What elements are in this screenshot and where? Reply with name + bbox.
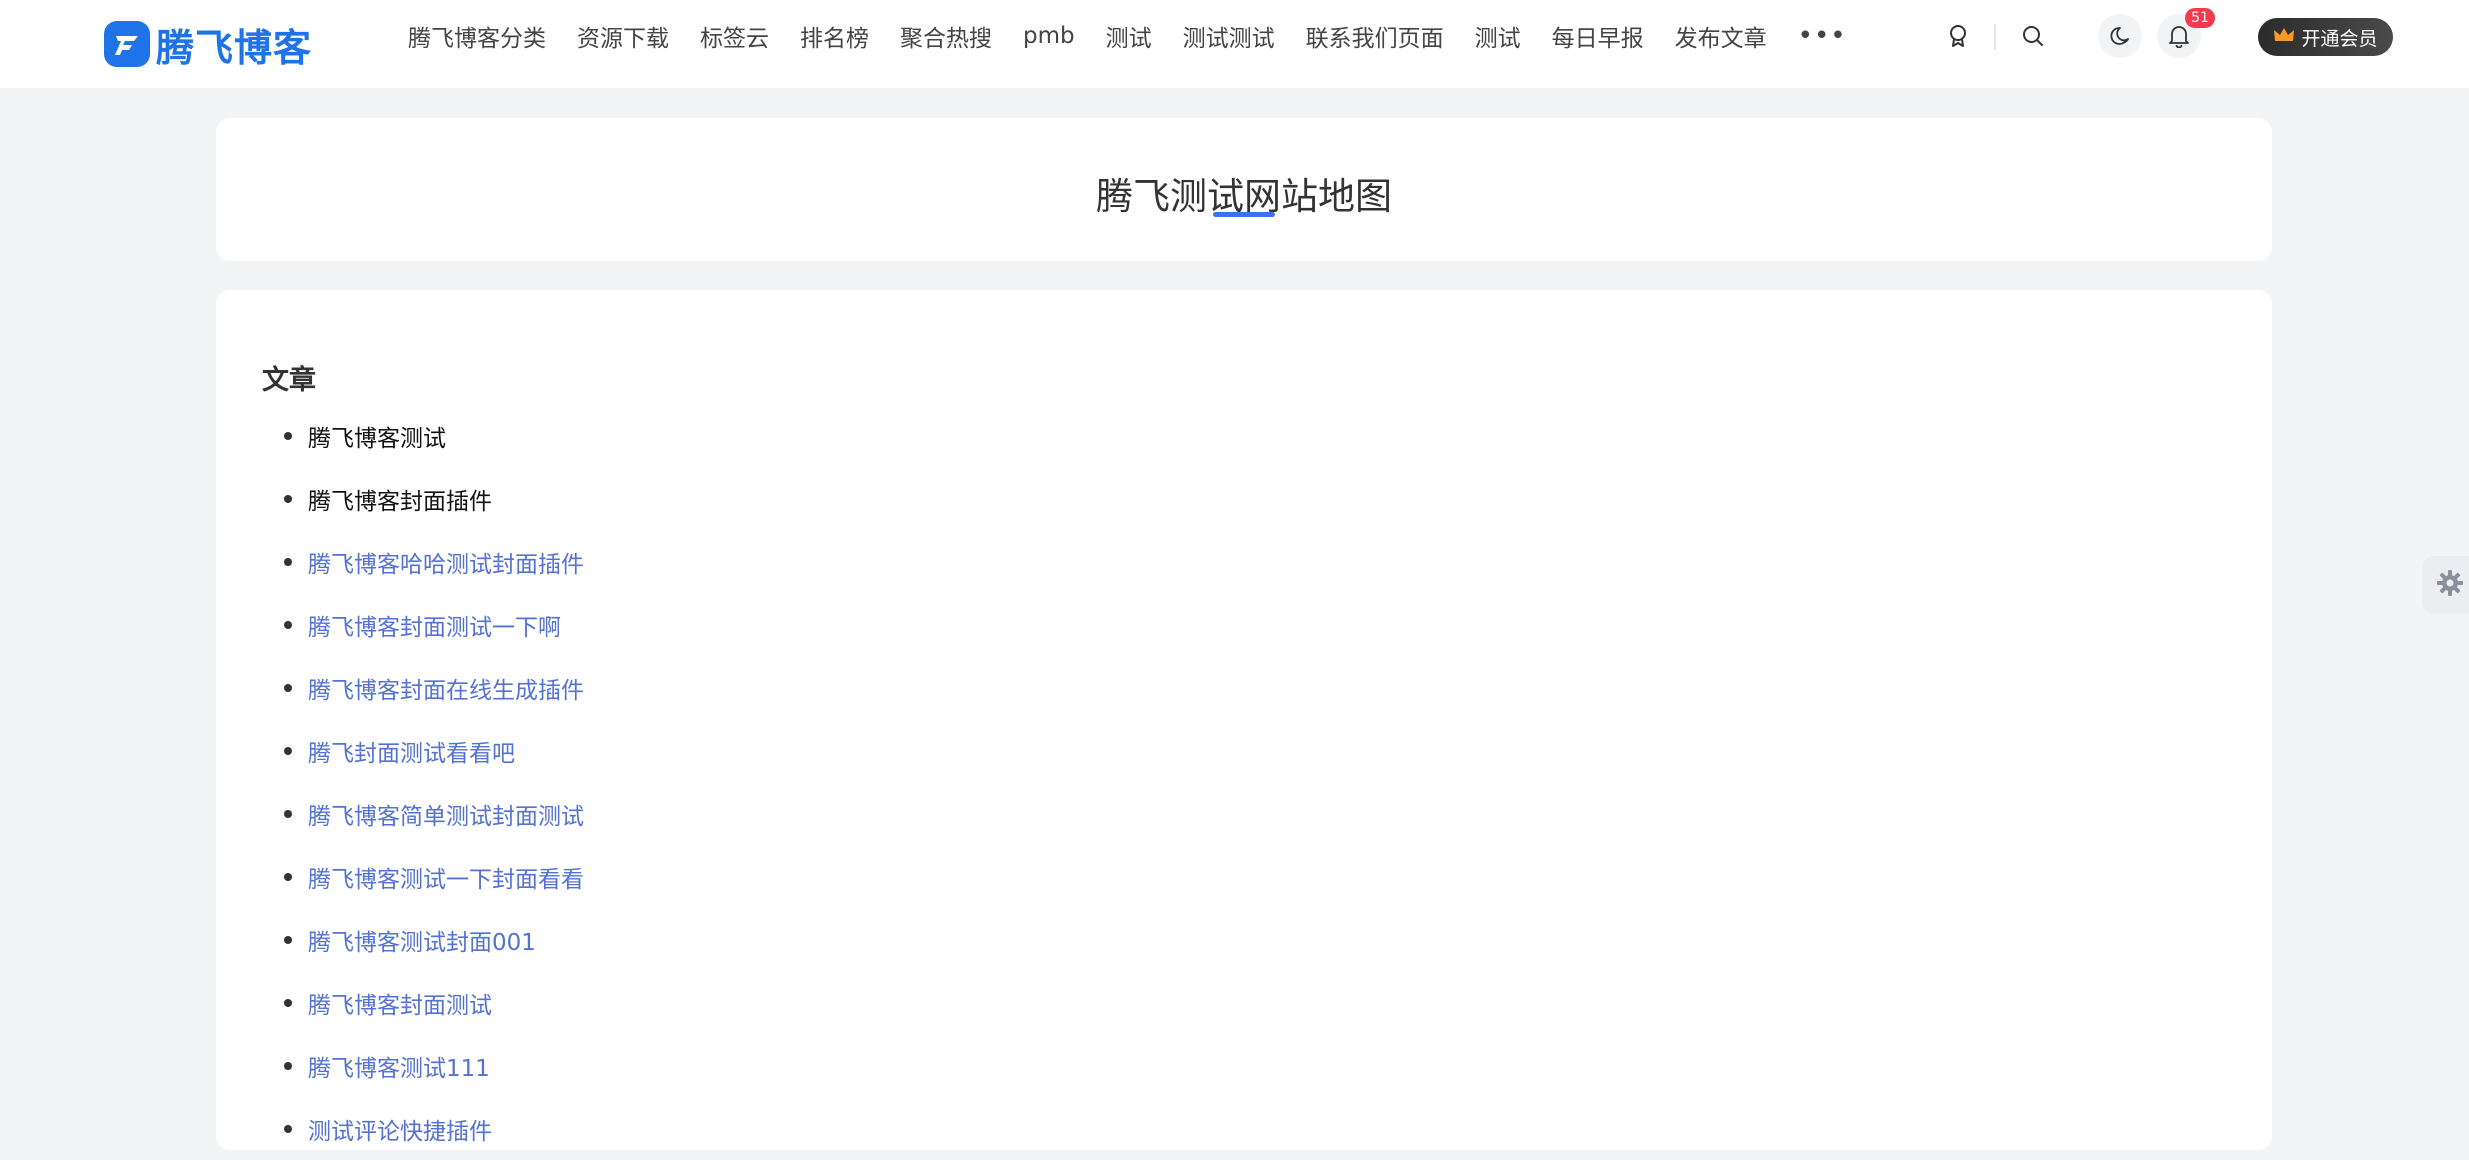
article-link[interactable]: 腾飞博客测试一下封面看看 — [308, 860, 584, 894]
search-icon[interactable] — [2011, 14, 2055, 58]
list-item[interactable]: 腾飞博客封面在线生成插件 — [262, 656, 584, 719]
notification-badge: 51 — [2185, 8, 2215, 28]
article-link[interactable]: 腾飞博客封面在线生成插件 — [308, 671, 584, 705]
bullet — [284, 494, 292, 503]
article-link[interactable]: 腾飞封面测试看看吧 — [308, 734, 515, 768]
article-link[interactable]: 腾飞博客测试封面001 — [308, 923, 536, 957]
bullet — [284, 998, 292, 1007]
bullet — [284, 683, 292, 692]
list-item[interactable]: 腾飞博客测试封面001 — [262, 908, 584, 971]
nav-item-test-2[interactable]: 测试 — [1475, 19, 1521, 53]
article-list: 腾飞博客测试 腾飞博客封面插件 腾飞博客哈哈测试封面插件 腾飞博客封面测试一下啊… — [262, 404, 584, 1160]
article-link[interactable]: 腾飞博客封面插件 — [308, 482, 492, 516]
header-divider — [1994, 24, 1996, 50]
nav-item-categories[interactable]: 腾飞博客分类 — [408, 19, 546, 53]
nav-item-contact[interactable]: 联系我们页面 — [1306, 19, 1444, 53]
bullet — [284, 746, 292, 755]
moon-icon[interactable] — [2098, 14, 2142, 58]
crown-icon — [2273, 26, 2295, 49]
section-title-articles: 文章 — [262, 365, 316, 396]
article-link[interactable]: 腾飞博客测试 — [308, 419, 446, 453]
nav-more-button[interactable]: ••• — [1798, 21, 1847, 51]
top-header: 腾飞博客 腾飞博客分类 资源下载 标签云 排名榜 聚合热搜 pmb 测试 测试测… — [0, 0, 2469, 88]
nav-item-downloads[interactable]: 资源下载 — [577, 19, 669, 53]
nav-item-daily-news[interactable]: 每日早报 — [1552, 19, 1644, 53]
main-nav: 腾飞博客分类 资源下载 标签云 排名榜 聚合热搜 pmb 测试 测试测试 联系我… — [408, 0, 1847, 72]
article-link[interactable]: 腾飞博客简单测试封面测试 — [308, 797, 584, 831]
nav-item-pmb[interactable]: pmb — [1023, 23, 1075, 49]
bullet — [284, 557, 292, 566]
site-logo[interactable]: 腾飞博客 — [104, 14, 312, 74]
article-link[interactable]: 腾飞博客封面测试 — [308, 986, 492, 1020]
article-link[interactable]: 腾飞博客测试111 — [308, 1049, 490, 1083]
article-link[interactable]: 测试评论快捷插件 — [308, 1112, 492, 1146]
list-item[interactable]: 腾飞博客测试 — [262, 404, 584, 467]
feather-logo-icon — [104, 21, 150, 67]
vip-button[interactable]: 开通会员 — [2258, 18, 2393, 56]
vip-label: 开通会员 — [2301, 27, 2378, 50]
bullet — [284, 620, 292, 629]
bullet — [284, 1124, 292, 1133]
nav-item-test[interactable]: 测试 — [1106, 19, 1152, 53]
list-item[interactable]: 腾飞博客封面插件 — [262, 467, 584, 530]
nav-item-tag-cloud[interactable]: 标签云 — [700, 19, 769, 53]
nav-item-hot-search[interactable]: 聚合热搜 — [900, 19, 992, 53]
article-link[interactable]: 腾飞博客封面测试一下啊 — [308, 608, 561, 642]
bullet — [284, 809, 292, 818]
article-link[interactable]: 腾飞博客哈哈测试封面插件 — [308, 545, 584, 579]
title-card: 腾飞测试网站地图 — [216, 118, 2272, 261]
list-item[interactable]: 测试评论快捷插件 — [262, 1097, 584, 1160]
gear-icon — [2436, 569, 2464, 601]
bullet — [284, 431, 292, 440]
medal-icon[interactable] — [1936, 14, 1980, 58]
list-item[interactable]: 腾飞博客简单测试封面测试 — [262, 782, 584, 845]
list-item[interactable]: 腾飞博客测试111 — [262, 1034, 584, 1097]
nav-item-test-test[interactable]: 测试测试 — [1183, 19, 1275, 53]
logo-text: 腾飞博客 — [156, 25, 313, 70]
title-underline — [1213, 212, 1275, 217]
list-item[interactable]: 腾飞博客封面测试 — [262, 971, 584, 1034]
list-item[interactable]: 腾飞封面测试看看吧 — [262, 719, 584, 782]
bullet — [284, 872, 292, 881]
settings-tab[interactable] — [2422, 556, 2469, 614]
nav-item-ranking[interactable]: 排名榜 — [800, 19, 869, 53]
list-item[interactable]: 腾飞博客哈哈测试封面插件 — [262, 530, 584, 593]
nav-item-publish[interactable]: 发布文章 — [1675, 19, 1767, 53]
bullet — [284, 935, 292, 944]
bullet — [284, 1061, 292, 1070]
sitemap-card: 文章 腾飞博客测试 腾飞博客封面插件 腾飞博客哈哈测试封面插件 腾飞博客封面测试… — [216, 290, 2272, 1150]
list-item[interactable]: 腾飞博客封面测试一下啊 — [262, 593, 584, 656]
list-item[interactable]: 腾飞博客测试一下封面看看 — [262, 845, 584, 908]
